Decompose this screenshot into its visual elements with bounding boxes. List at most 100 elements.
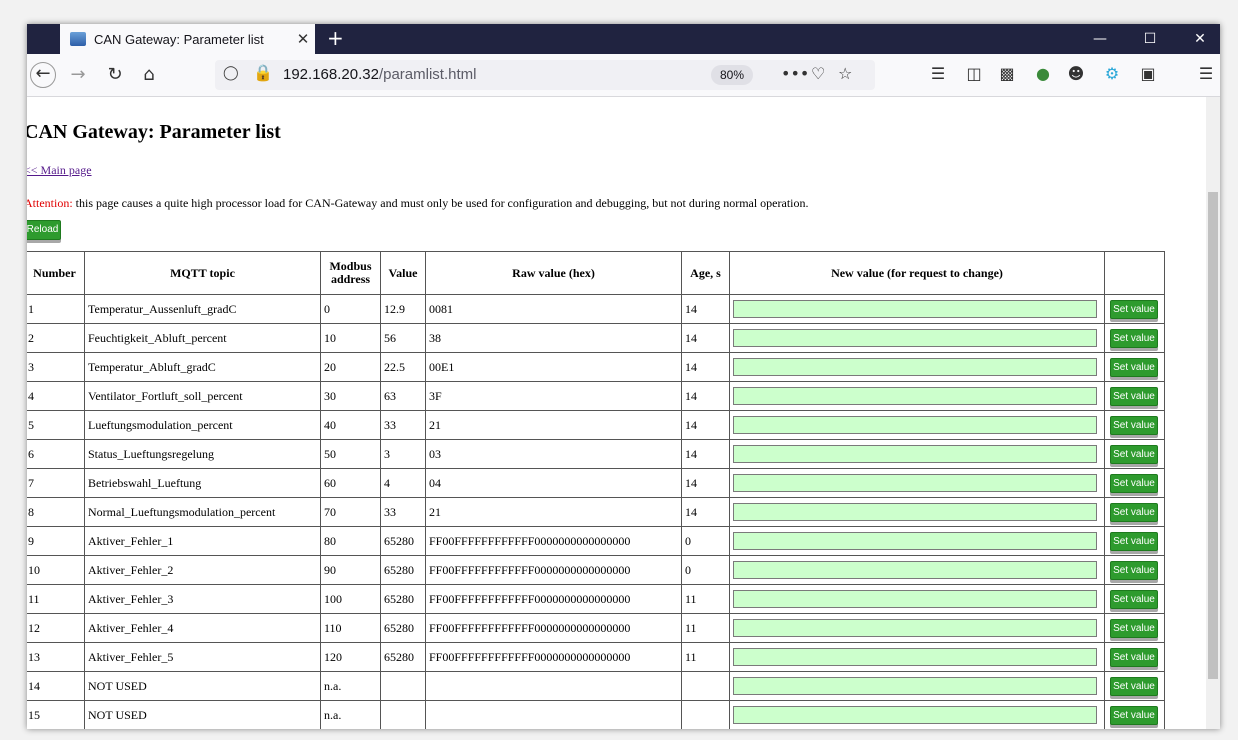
main-page-link[interactable]: << Main page [27, 163, 92, 178]
set-value-button[interactable]: Set value [1110, 299, 1158, 319]
pocket-icon[interactable]: ♡ [811, 64, 825, 83]
cell-modbus: 100 [320, 584, 381, 614]
cell-age: 14 [681, 439, 730, 469]
new-value-input[interactable] [733, 300, 1097, 318]
cell-number: 5 [27, 410, 85, 440]
url-path: /paramlist.html [378, 66, 477, 83]
extension-alert-icon[interactable]: ● [1032, 64, 1054, 83]
cell-raw: 3F [425, 381, 682, 411]
cell-number: 10 [27, 555, 85, 585]
reload-button[interactable]: Reload [27, 220, 61, 240]
table-row: 14 NOT USED n.a. Set value [27, 671, 1165, 701]
url-bar[interactable]: ◯ 🔒 192.168.20.32/paramlist.html 80% •••… [215, 60, 875, 90]
cell-action: Set value [1104, 555, 1165, 585]
set-value-button[interactable]: Set value [1110, 618, 1158, 638]
cell-number: 9 [27, 526, 85, 556]
table-row: 13 Aktiver_Fehler_5 120 65280 FF00FFFFFFFFFF… [27, 642, 1165, 672]
zoom-level-badge[interactable]: 80% [711, 65, 753, 85]
forward-icon[interactable]: → [65, 62, 91, 88]
table-row: 15 NOT USED n.a. Set value [27, 700, 1165, 729]
set-value-button[interactable]: Set value [1110, 415, 1158, 435]
cell-value: 12.9 [380, 294, 426, 324]
extension-box-icon[interactable]: ▣ [1137, 64, 1159, 83]
minimize-icon[interactable]: — [1080, 24, 1120, 54]
home-icon[interactable]: ⌂ [136, 62, 162, 88]
set-value-button[interactable]: Set value [1110, 386, 1158, 406]
tracking-shield-icon[interactable]: ◯ [223, 65, 239, 81]
cell-topic: Betriebswahl_Lueftung [84, 468, 321, 498]
set-value-button[interactable]: Set value [1110, 647, 1158, 667]
cell-action: Set value [1104, 526, 1165, 556]
set-value-button[interactable]: Set value [1110, 705, 1158, 725]
bookmark-star-icon[interactable]: ☆ [838, 64, 852, 83]
set-value-button[interactable]: Set value [1110, 328, 1158, 348]
new-value-input[interactable] [733, 532, 1097, 550]
table-row: 5 Lueftungsmodulation_percent 40 33 21 14 Set … [27, 410, 1165, 440]
table-row: 1 Temperatur_Aussenluft_gradC 0 12.9 0081 14 S… [27, 294, 1165, 324]
new-value-input[interactable] [733, 706, 1097, 724]
page-scrollbar[interactable] [1206, 97, 1220, 729]
cell-value: 22.5 [380, 352, 426, 382]
cell-action: Set value [1104, 700, 1165, 729]
table-row: 9 Aktiver_Fehler_1 80 65280 FF00FFFFFFFFFFFF… [27, 526, 1165, 556]
account-icon[interactable]: ☻ [1065, 64, 1087, 83]
new-value-input[interactable] [733, 445, 1097, 463]
cell-raw: 38 [425, 323, 682, 353]
library-icon[interactable]: ☰ [927, 64, 949, 83]
cell-new-value [729, 526, 1105, 556]
new-value-input[interactable] [733, 474, 1097, 492]
new-value-input[interactable] [733, 358, 1097, 376]
cell-age: 11 [681, 613, 730, 643]
new-tab-icon[interactable]: + [327, 24, 344, 54]
table-row: 2 Feuchtigkeit_Abluft_percent 10 56 38 14 Set … [27, 323, 1165, 353]
cell-action: Set value [1104, 381, 1165, 411]
close-window-icon[interactable]: ✕ [1180, 24, 1220, 54]
set-value-button[interactable]: Set value [1110, 473, 1158, 493]
scrollbar-thumb[interactable] [1208, 192, 1218, 679]
cell-age: 14 [681, 468, 730, 498]
set-value-button[interactable]: Set value [1110, 502, 1158, 522]
cell-number: 13 [27, 642, 85, 672]
extension-gear-icon[interactable]: ⚙ [1101, 64, 1123, 83]
insecure-connection-icon[interactable]: 🔒 [253, 63, 273, 82]
new-value-input[interactable] [733, 503, 1097, 521]
cell-raw: FF00FFFFFFFFFFFF0000000000000000 [425, 555, 682, 585]
cell-topic: Aktiver_Fehler_2 [84, 555, 321, 585]
sidebar-icon[interactable]: ◫ [963, 64, 985, 83]
new-value-input[interactable] [733, 619, 1097, 637]
cell-modbus: 110 [320, 613, 381, 643]
new-value-input[interactable] [733, 329, 1097, 347]
set-value-button[interactable]: Set value [1110, 676, 1158, 696]
tab-close-icon[interactable]: ✕ [291, 30, 315, 48]
header-modbus-line2: address [330, 272, 371, 286]
set-value-button[interactable]: Set value [1110, 560, 1158, 580]
set-value-button[interactable]: Set value [1110, 444, 1158, 464]
maximize-icon[interactable]: ☐ [1130, 24, 1170, 54]
new-value-input[interactable] [733, 387, 1097, 405]
cell-raw: 21 [425, 497, 682, 527]
header-raw-value: Raw value (hex) [425, 251, 682, 295]
cell-value: 33 [380, 497, 426, 527]
new-value-input[interactable] [733, 561, 1097, 579]
app-menu-icon[interactable]: ☰ [1195, 64, 1217, 83]
new-value-input[interactable] [733, 590, 1097, 608]
new-value-input[interactable] [733, 648, 1097, 666]
set-value-button[interactable]: Set value [1110, 531, 1158, 551]
set-value-button[interactable]: Set value [1110, 357, 1158, 377]
set-value-button[interactable]: Set value [1110, 589, 1158, 609]
reload-page-icon[interactable]: ↻ [102, 62, 128, 88]
cell-new-value [729, 555, 1105, 585]
screenshot-icon[interactable]: ▩ [996, 64, 1018, 83]
cell-age: 14 [681, 381, 730, 411]
page-actions-icon[interactable]: ••• [781, 64, 809, 83]
back-icon[interactable]: ← [30, 62, 56, 88]
cell-topic: Temperatur_Abluft_gradC [84, 352, 321, 382]
header-mqtt-topic: MQTT topic [84, 251, 321, 295]
url-text[interactable]: 192.168.20.32/paramlist.html [283, 66, 476, 83]
cell-action: Set value [1104, 294, 1165, 324]
cell-value: 65280 [380, 526, 426, 556]
new-value-input[interactable] [733, 416, 1097, 434]
browser-tab[interactable]: CAN Gateway: Parameter list ✕ [60, 24, 315, 54]
cell-action: Set value [1104, 642, 1165, 672]
new-value-input[interactable] [733, 677, 1097, 695]
